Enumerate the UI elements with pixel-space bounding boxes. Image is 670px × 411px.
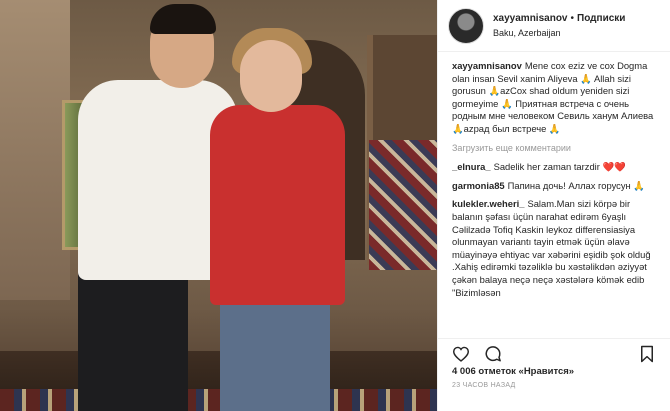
post-side-panel: xayyamnisanov • Подписки Baku, Azerbaijan … (437, 0, 670, 411)
photo-wall-rug (369, 140, 437, 270)
post-header: xayyamnisanov • Подписки Baku, Azerbaijan (438, 0, 670, 52)
comment-author[interactable]: kulekler.weheri_ (452, 198, 524, 209)
location-link[interactable]: Baku, Azerbaijan (493, 26, 625, 41)
heart-icon[interactable] (452, 345, 470, 363)
comment-item: garmonia85 Папина дочь! Аллах горусун 🙏 (452, 180, 662, 193)
post-timestamp[interactable]: 23 ЧАСОВ НАЗАД (452, 382, 516, 389)
comment-author[interactable]: garmonia85 (452, 180, 505, 191)
photo-wall (0, 0, 70, 300)
comment-text: Salam.Man sizi körpə bir balanın şəfası … (452, 198, 651, 298)
comment-text: Sadelik her zaman tarzdir ❤️❤️ (493, 161, 626, 173)
photo-man-hair (150, 4, 216, 34)
likes-count[interactable]: 4 006 отметок «Нравится» (452, 366, 574, 377)
bookmark-icon[interactable] (638, 345, 656, 363)
caption-text: Mene cox eziz ve cox Dogma olan insan Se… (452, 60, 654, 134)
action-bar (438, 338, 670, 368)
comment-item: kulekler.weheri_ Salam.Man sizi körpə bir… (452, 198, 662, 299)
photo-floor-rug (0, 389, 437, 411)
comment-item: _elnura_ Sadelik her zaman tarzdir ❤️❤️ (452, 161, 662, 174)
comment-author[interactable]: _elnura_ (452, 161, 491, 172)
photo-woman-jeans (220, 295, 330, 411)
comments-list[interactable]: xayyamnisanov Mene cox eziz ve cox Dogma … (452, 60, 662, 338)
header-text: xayyamnisanov • Подписки Baku, Azerbaijan (493, 11, 625, 41)
separator-dot: • (570, 12, 575, 24)
photo-woman-cardigan (210, 105, 345, 305)
post-photo[interactable] (0, 0, 437, 411)
caption: xayyamnisanov Mene cox eziz ve cox Dogma … (452, 60, 662, 136)
follow-button[interactable]: Подписки (577, 13, 625, 24)
photo-man-legs (78, 260, 188, 411)
comment-text: Папина дочь! Аллах горусун 🙏 (507, 179, 645, 191)
avatar[interactable] (448, 7, 484, 44)
photo-woman-face (240, 40, 302, 112)
username-link[interactable]: xayyamnisanov (493, 13, 568, 24)
load-more-comments[interactable]: Загрузить еще комментарии (452, 142, 662, 155)
header-line: xayyamnisanov • Подписки (493, 11, 625, 26)
comment-icon[interactable] (484, 345, 502, 363)
caption-author[interactable]: xayyamnisanov (452, 60, 522, 71)
